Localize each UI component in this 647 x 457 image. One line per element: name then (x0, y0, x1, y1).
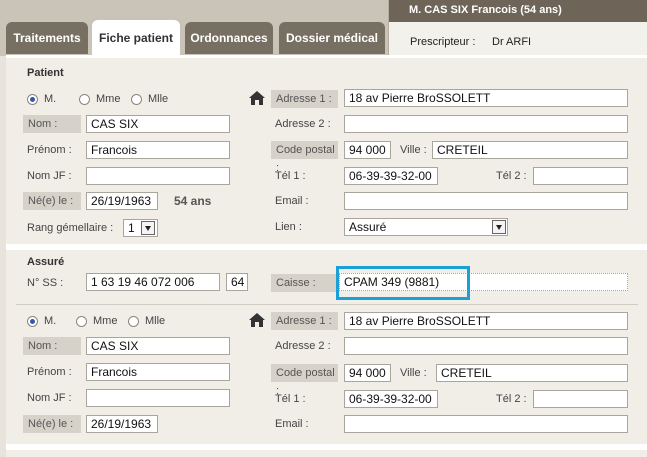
prenom-label: Prénom : (27, 144, 72, 156)
radio-mme[interactable] (79, 94, 90, 105)
adresse1-input[interactable]: 18 av Pierre BroSSOLETT (344, 89, 628, 107)
adresse1-label: Adresse 1 : (271, 90, 338, 108)
radio-mme-label: Mme (96, 93, 121, 105)
radio-m-label: M. (44, 93, 57, 105)
caisse-highlight (336, 266, 470, 300)
nss-label: N° SS : (27, 277, 64, 289)
assure-adresse2-label: Adresse 2 : (275, 340, 331, 352)
nom-input[interactable]: CAS SIX (86, 115, 230, 133)
prescripteur-value: Dr ARFI (492, 36, 532, 48)
rang-value: 1 (128, 221, 135, 235)
assure-nomjf-input[interactable] (86, 389, 230, 407)
assure-radio-mlle-label: Mlle (145, 315, 166, 327)
home-icon[interactable] (248, 90, 266, 106)
lien-dropdown-arrow-icon[interactable] (492, 220, 506, 234)
cp-label: Code postal : (271, 141, 338, 174)
radio-m[interactable] (27, 94, 38, 105)
tel2-label: Tél 2 : (496, 170, 527, 182)
assure-tel2-label: Tél 2 : (496, 393, 527, 405)
tab-ordonnances[interactable]: Ordonnances (185, 22, 273, 54)
assure-prenom-input[interactable]: Francois (86, 363, 230, 381)
tab-dossier-medical[interactable]: Dossier médical (279, 22, 385, 54)
assure-ville-label: Ville : (400, 367, 427, 379)
assure-radio-mme-label: Mme (93, 315, 118, 327)
prenom-input[interactable]: Francois (86, 141, 230, 159)
divider (16, 304, 638, 305)
assure-adresse2-input[interactable] (344, 337, 628, 355)
home-icon[interactable] (248, 312, 266, 328)
assure-nomjf-label: Nom JF : (27, 392, 72, 404)
assure-ne-input[interactable]: 26/19/1963 (86, 415, 158, 433)
tel1-label: Tél 1 : (275, 170, 306, 182)
radio-mlle[interactable] (131, 94, 142, 105)
tab-traitements[interactable]: Traitements (6, 22, 88, 54)
assure-prenom-label: Prénom : (27, 366, 72, 378)
ne-input[interactable]: 26/19/1963 (86, 192, 158, 210)
ne-label: Né(e) le : (23, 192, 81, 210)
tel2-input[interactable] (533, 167, 628, 185)
nomjf-label: Nom JF : (27, 170, 72, 182)
assure-radio-mme[interactable] (76, 316, 87, 327)
rang-dropdown-arrow-icon[interactable] (141, 221, 155, 235)
assure-tel2-input[interactable] (533, 390, 628, 408)
assure-radio-m[interactable] (27, 316, 38, 327)
assure-adresse1-label: Adresse 1 : (271, 312, 338, 330)
adresse2-input[interactable] (344, 115, 628, 133)
assure-email-input[interactable] (344, 415, 628, 433)
patient-title: M. CAS SIX Francois (54 ans) (389, 0, 647, 22)
assure-nom-input[interactable]: CAS SIX (86, 337, 230, 355)
assure-cp-input[interactable]: 94 000 (344, 364, 391, 382)
assure-ne-label: Né(e) le : (23, 415, 81, 433)
nss-key-input[interactable]: 64 (226, 273, 248, 291)
assure-ville-input[interactable]: CRETEIL (436, 364, 628, 382)
tab-fiche-patient[interactable]: Fiche patient (92, 20, 180, 56)
lien-label: Lien : (275, 221, 302, 233)
ville-label: Ville : (400, 144, 427, 156)
tel1-input[interactable]: 06-39-39-32-00 (344, 167, 438, 185)
lien-select[interactable]: Assuré (344, 218, 508, 236)
nom-label: Nom : (23, 115, 81, 133)
assure-email-label: Email : (275, 418, 309, 430)
lien-value: Assuré (349, 220, 387, 234)
assure-tel1-input[interactable]: 06-39-39-32-00 (344, 390, 438, 408)
assure-cp-label: Code postal : (271, 364, 338, 397)
assure-radio-mlle[interactable] (128, 316, 139, 327)
rang-label: Rang gémellaire : (27, 222, 114, 234)
nomjf-input[interactable] (86, 167, 230, 185)
assure-tel1-label: Tél 1 : (275, 393, 306, 405)
ville-input[interactable]: CRETEIL (432, 141, 628, 159)
next-section (6, 450, 647, 457)
nss-input[interactable]: 1 63 19 46 072 006 (86, 273, 220, 291)
radio-mlle-label: Mlle (148, 93, 169, 105)
email-label: Email : (275, 195, 309, 207)
cp-input[interactable]: 94 000 (344, 141, 391, 159)
prescripteur-label: Prescripteur : (410, 36, 476, 48)
age-value: 54 ans (174, 194, 212, 208)
assure-radio-m-label: M. (44, 315, 57, 327)
email-input[interactable] (344, 192, 628, 210)
caisse-label: Caisse : (271, 274, 338, 292)
assure-nom-label: Nom : (23, 337, 81, 355)
patient-section-title: Patient (27, 67, 64, 79)
adresse2-label: Adresse 2 : (275, 118, 331, 130)
assure-section-title: Assuré (27, 256, 65, 268)
assure-adresse1-input[interactable]: 18 av Pierre BroSSOLETT (344, 312, 628, 330)
